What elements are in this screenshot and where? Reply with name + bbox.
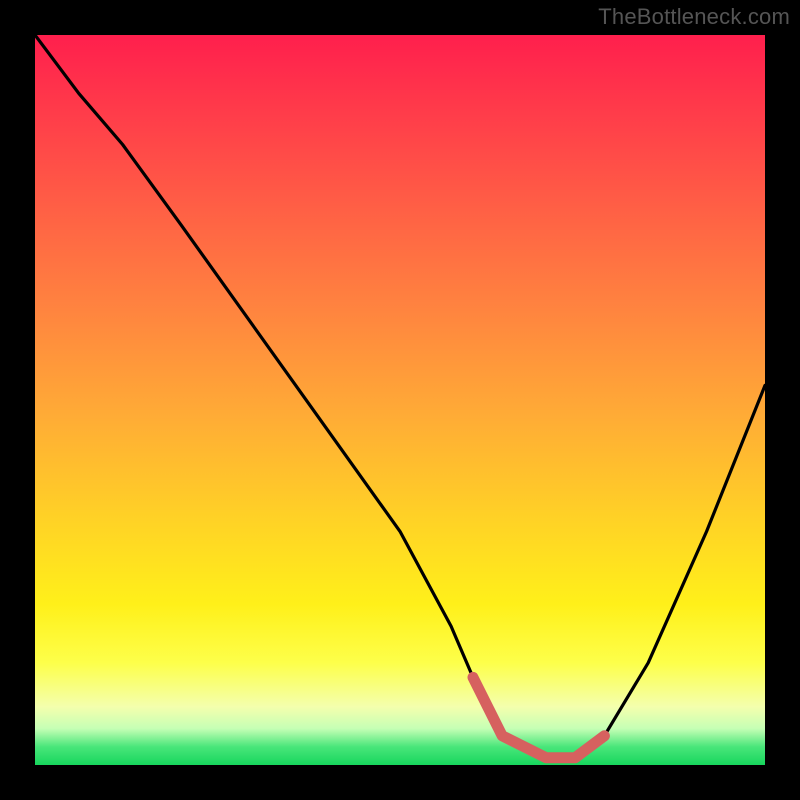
main-curve [35,35,765,758]
chart-frame: TheBottleneck.com [0,0,800,800]
trough-highlight [473,677,604,757]
curve-svg [35,35,765,765]
attribution-text: TheBottleneck.com [598,4,790,30]
plot-area [35,35,765,765]
